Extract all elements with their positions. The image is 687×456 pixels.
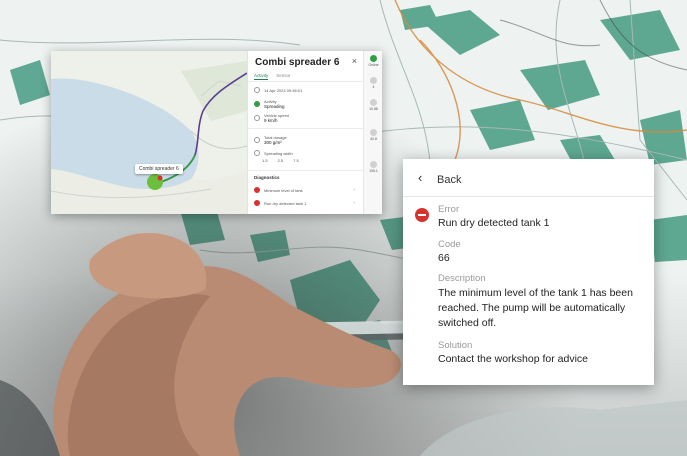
width-row: Spreading width: [254, 150, 293, 156]
chevron-right-icon: ›: [353, 200, 355, 206]
rail-item[interactable]: 10.88: [364, 99, 382, 111]
rail-item[interactable]: 195.1: [364, 161, 382, 173]
close-icon[interactable]: ×: [352, 56, 357, 66]
status-icon: [254, 101, 260, 107]
speed-icon: [254, 115, 260, 121]
tab-activity[interactable]: Activity: [254, 73, 269, 80]
map-view[interactable]: Combi spreader 6: [51, 51, 247, 214]
error-icon: [415, 208, 429, 222]
card-header: ‹ Back: [403, 159, 654, 197]
diagnostics-heading: Diagnostics: [254, 175, 280, 180]
back-chevron-icon[interactable]: ‹: [418, 171, 430, 185]
divider: [248, 170, 364, 171]
rail-item[interactable]: 4: [364, 77, 382, 89]
solution-value: Contact the workshop for advice: [438, 353, 588, 365]
code-label: Code: [438, 239, 461, 250]
tank-icon: [370, 77, 377, 84]
rail-item[interactable]: 40.8: [364, 129, 382, 141]
width-values: 1.5 2.5 7.5: [262, 158, 299, 163]
error-detail-card: ‹ Back Error Run dry detected tank 1 Cod…: [403, 159, 654, 385]
diagnostic-item[interactable]: Run dry detected tank 1: [254, 200, 306, 206]
dosage-row: Total dosage 300 g/m²: [254, 135, 287, 145]
activity-row: Activity Spreading: [254, 99, 285, 109]
error-label: Error: [438, 204, 460, 215]
dosage-icon: [254, 137, 260, 143]
online-icon: [370, 55, 377, 62]
vehicle-marker-label[interactable]: Combi spreader 6: [135, 164, 183, 174]
clock-icon: [254, 87, 260, 93]
vehicle-title: Combi spreader 6: [255, 57, 340, 68]
error-icon: [254, 187, 260, 193]
vehicle-detail-panel: Combi spreader 6 × Activity Sensor 14 Ap…: [247, 51, 364, 214]
error-icon: [254, 200, 260, 206]
distance-icon: [370, 161, 377, 168]
tab-sensor[interactable]: Sensor: [276, 73, 290, 80]
chevron-right-icon: ›: [353, 187, 355, 193]
width-icon: [254, 150, 260, 156]
description-value: The minimum level of the tank 1 has been…: [438, 287, 633, 329]
description-label: Description: [438, 273, 486, 284]
solution-label: Solution: [438, 340, 473, 351]
timestamp-row: 14 Apr 2024 09:36:01: [254, 87, 302, 93]
divider: [248, 128, 364, 129]
speed-row: Vehicle speed 9 km/h: [254, 113, 289, 123]
panel-tabs: Activity Sensor: [254, 73, 291, 80]
fleet-map-window: Combi spreader 6 Combi spreader 6 × Acti…: [51, 51, 382, 214]
error-value: Run dry detected tank 1: [438, 217, 550, 229]
back-button[interactable]: Back: [437, 174, 461, 186]
clock-icon: [370, 99, 377, 106]
code-value: 66: [438, 252, 450, 264]
vehicle-status-rail: Online 4 10.88 40.8 195.1: [363, 51, 382, 214]
diagnostic-item[interactable]: Minimum level of tank: [254, 187, 303, 193]
map-canvas: [51, 51, 247, 214]
divider: [248, 81, 364, 82]
rail-item-online[interactable]: Online: [364, 55, 382, 67]
hero-background: Combi spreader 6 Combi spreader 6 × Acti…: [0, 0, 687, 456]
gauge-icon: [370, 129, 377, 136]
